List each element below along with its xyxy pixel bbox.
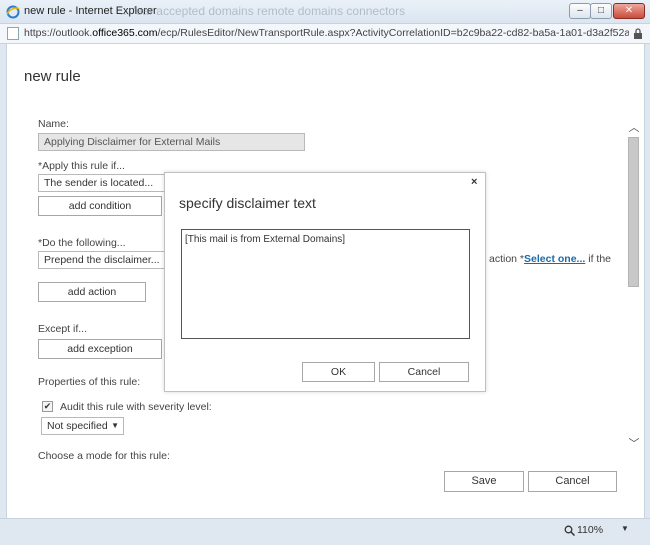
minimize-button[interactable]: – [569,3,591,19]
action-select[interactable]: Prepend the disclaimer... [38,251,168,269]
add-condition-button[interactable]: add condition [38,196,162,216]
url-text[interactable]: https://outlook.office365.com/ecp/RulesE… [24,27,629,39]
close-window-button[interactable]: ✕ [613,3,645,19]
zoom-icon [564,525,575,536]
do-following-label: *Do the following... [38,237,126,249]
status-bar: 110% ▼ [0,518,650,545]
url-domain: office365.com [92,27,158,39]
action-text-prefix: action * [489,253,525,265]
url-path: /ecp/RulesEditor/NewTransportRule.aspx?A… [157,27,629,39]
lock-icon[interactable] [633,28,643,40]
select-one-link[interactable]: Select one... [524,253,585,265]
dialog-ok-button[interactable]: OK [302,362,375,382]
address-bar[interactable]: https://outlook.office365.com/ecp/RulesE… [0,24,650,44]
disclaimer-text-input[interactable]: [This mail is from External Domains] [181,229,470,339]
add-action-button[interactable]: add action [38,282,146,302]
internet-explorer-icon [6,5,20,19]
zoom-level[interactable]: 110% [577,524,603,536]
disclaimer-dialog: × specify disclaimer text [This mail is … [164,172,486,392]
name-field[interactable]: Applying Disclaimer for External Mails [38,133,305,151]
url-prefix: https://outlook. [24,27,93,39]
apply-condition-select[interactable]: The sender is located... [38,174,168,192]
chevron-down-icon: ▼ [111,421,119,430]
page-title: new rule [24,68,81,85]
maximize-button[interactable]: □ [590,3,612,19]
dialog-cancel-button[interactable]: Cancel [379,362,469,382]
cancel-button[interactable]: Cancel [528,471,617,492]
page-scrollbar[interactable]: ︿ ﹀ [626,122,642,452]
audit-label: Audit this rule with severity level: [60,401,212,413]
add-exception-button[interactable]: add exception [38,339,162,359]
save-button[interactable]: Save [444,471,524,492]
properties-label: Properties of this rule: [38,376,141,388]
apply-rule-label: *Apply this rule if... [38,160,125,172]
mode-label: Choose a mode for this rule: [38,450,170,462]
name-label: Name: [38,118,69,130]
background-tabs-text: ... 'ear accepted domains remote domains… [120,4,406,18]
window-titlebar: new rule - Internet Explorer ... 'ear ac… [0,0,650,24]
dialog-title: specify disclaimer text [179,195,316,211]
scrollbar-thumb[interactable] [628,137,639,287]
scroll-up-icon[interactable]: ︿ [628,122,640,134]
severity-select[interactable]: Not specified ▼ [41,417,124,435]
scroll-down-icon[interactable]: ﹀ [628,438,640,450]
severity-value: Not specified [47,420,108,432]
action-text-suffix: if the [585,253,611,265]
action-description: action *Select one... if the [489,253,611,265]
except-if-label: Except if... [38,323,88,335]
page-icon [7,27,19,40]
audit-checkbox[interactable]: ✔ [42,401,53,412]
dialog-close-icon[interactable]: × [471,176,477,188]
zoom-dropdown-icon[interactable]: ▼ [621,524,629,533]
